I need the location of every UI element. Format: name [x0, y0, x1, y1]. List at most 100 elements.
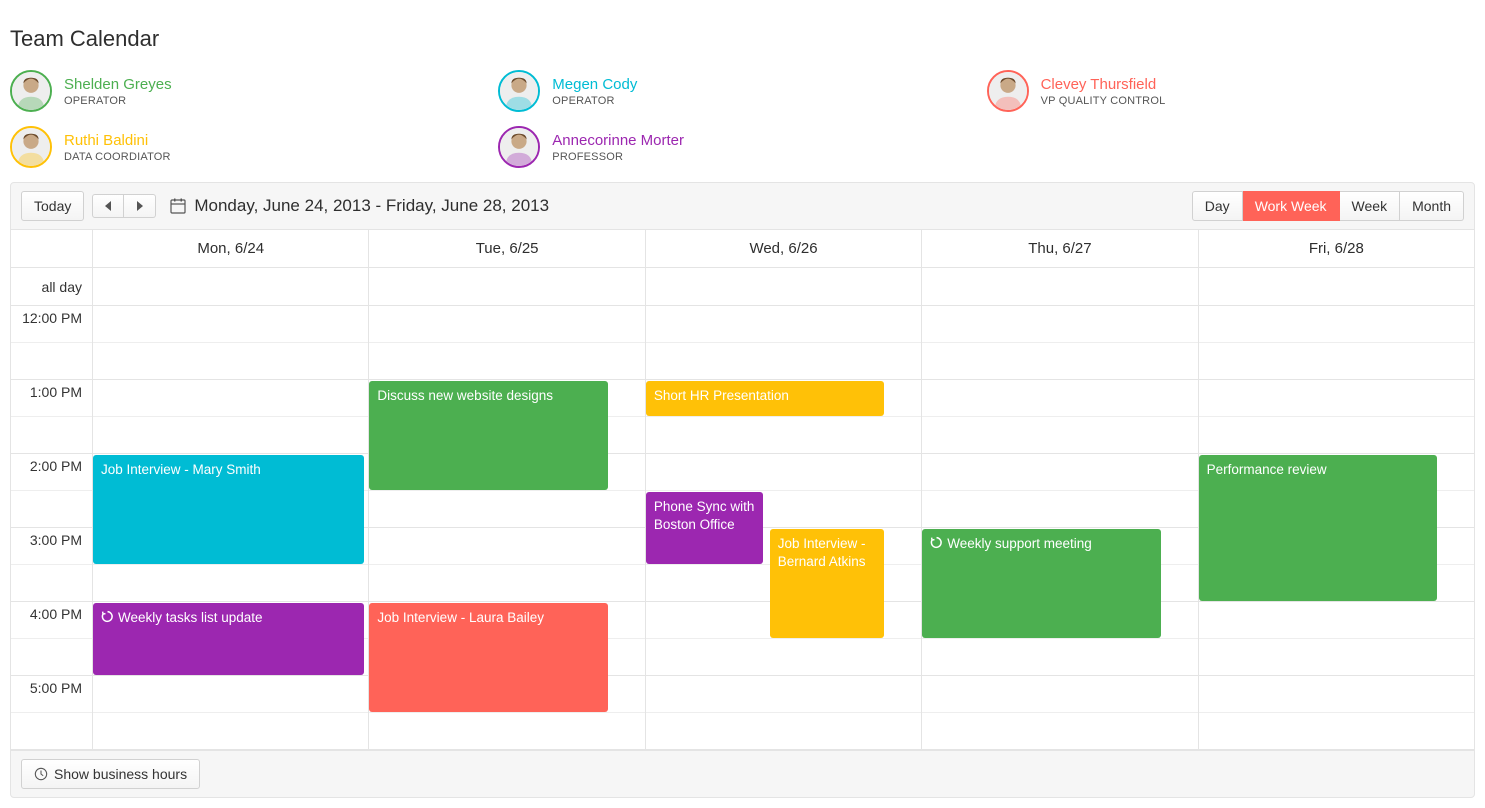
allday-cell[interactable]	[1199, 268, 1474, 306]
today-button[interactable]: Today	[21, 191, 84, 221]
team-member[interactable]: Clevey Thursfield VP QUALITY CONTROL	[987, 70, 1475, 112]
allday-cell[interactable]	[369, 268, 644, 306]
event-title: Short HR Presentation	[654, 388, 789, 403]
next-button[interactable]	[124, 194, 156, 218]
avatar	[10, 70, 52, 112]
scheduler: Today Monday, June 24, 2013 - Friday, Ju…	[10, 182, 1475, 798]
event-title: Discuss new website designs	[377, 388, 553, 403]
events-layer: Job Interview - Mary Smith Weekly tasks l…	[93, 306, 368, 750]
view-workweek-button[interactable]: Work Week	[1243, 191, 1340, 221]
date-range-label: Monday, June 24, 2013 - Friday, June 28,…	[194, 196, 549, 216]
day-header[interactable]: Fri, 6/28	[1199, 230, 1474, 268]
time-slot-minor	[11, 713, 92, 750]
day-column: Mon, 6/24 Job Interview - Mary Smith Weekl…	[93, 230, 369, 750]
event-title: Performance review	[1207, 462, 1327, 477]
allday-cell[interactable]	[93, 268, 368, 306]
view-day-button[interactable]: Day	[1192, 191, 1243, 221]
view-week-button[interactable]: Week	[1340, 191, 1401, 221]
team-member[interactable]: Megen Cody OPERATOR	[498, 70, 986, 112]
date-range-picker[interactable]: Monday, June 24, 2013 - Friday, June 28,…	[170, 196, 549, 216]
member-name: Shelden Greyes	[64, 76, 172, 93]
calendar-icon	[170, 198, 186, 214]
business-hours-button[interactable]: Show business hours	[21, 759, 200, 789]
event-title: Weekly tasks list update	[118, 610, 263, 625]
member-name: Clevey Thursfield	[1041, 76, 1166, 93]
day-column: Tue, 6/25 Discuss new website designs Job …	[369, 230, 645, 750]
time-slot-minor	[11, 565, 92, 602]
prev-button[interactable]	[92, 194, 124, 218]
time-slot-label: 2:00 PM	[11, 454, 92, 491]
time-slot-minor	[11, 417, 92, 454]
member-role: PROFESSOR	[552, 151, 684, 163]
time-slot-minor	[11, 491, 92, 528]
time-slot-label: 3:00 PM	[11, 528, 92, 565]
events-layer: Short HR Presentation Phone Sync with Bos…	[646, 306, 921, 750]
team-member[interactable]: Shelden Greyes OPERATOR	[10, 70, 498, 112]
event-title: Job Interview - Mary Smith	[101, 462, 261, 477]
day-header[interactable]: Mon, 6/24	[93, 230, 368, 268]
calendar-event[interactable]: Job Interview - Mary Smith	[93, 455, 364, 564]
scheduler-footer: Show business hours	[11, 750, 1474, 797]
nav-button-group	[92, 194, 156, 218]
day-slots: Discuss new website designs Job Interview…	[369, 306, 644, 750]
event-title: Job Interview - Laura Bailey	[377, 610, 544, 625]
allday-label: all day	[11, 268, 92, 306]
calendar-event[interactable]: Discuss new website designs	[369, 381, 607, 490]
calendar-event[interactable]: Weekly support meeting	[922, 529, 1160, 638]
team-member[interactable]: Ruthi Baldini DATA COORDIATOR	[10, 126, 498, 168]
avatar	[498, 126, 540, 168]
event-title: Job Interview - Bernard Atkins	[778, 536, 866, 569]
time-slot-label: 1:00 PM	[11, 380, 92, 417]
team-member-list: Shelden Greyes OPERATOR Megen Cody OPERA…	[10, 70, 1475, 182]
chevron-left-icon	[105, 201, 111, 211]
time-slot-label: 5:00 PM	[11, 676, 92, 713]
day-column: Thu, 6/27 Weekly support meeting	[922, 230, 1198, 750]
member-name: Annecorinne Morter	[552, 132, 684, 149]
allday-cell[interactable]	[646, 268, 921, 306]
day-slots: Job Interview - Mary Smith Weekly tasks l…	[93, 306, 368, 750]
team-member[interactable]: Annecorinne Morter PROFESSOR	[498, 126, 986, 168]
time-column: all day 12:00 PM 1:00 PM 2:00 PM 3:00 PM 4:0…	[11, 230, 93, 750]
calendar-event[interactable]: Weekly tasks list update	[93, 603, 364, 675]
member-role: VP QUALITY CONTROL	[1041, 95, 1166, 107]
allday-cell[interactable]	[922, 268, 1197, 306]
page-title: Team Calendar	[10, 26, 1475, 52]
day-column: Fri, 6/28 Performance review	[1199, 230, 1474, 750]
view-switch: Day Work Week Week Month	[1192, 191, 1464, 221]
calendar-event[interactable]: Job Interview - Bernard Atkins	[770, 529, 884, 638]
avatar	[10, 126, 52, 168]
time-slot-label: 12:00 PM	[11, 306, 92, 343]
avatar	[987, 70, 1029, 112]
day-slots: Performance review	[1199, 306, 1474, 750]
member-name: Megen Cody	[552, 76, 637, 93]
day-slots: Weekly support meeting	[922, 306, 1197, 750]
day-header[interactable]: Thu, 6/27	[922, 230, 1197, 268]
calendar-event[interactable]: Short HR Presentation	[646, 381, 884, 416]
event-title: Weekly support meeting	[947, 536, 1092, 551]
time-slot-minor	[11, 343, 92, 380]
member-role: OPERATOR	[64, 95, 172, 107]
days-container: Mon, 6/24 Job Interview - Mary Smith Weekl…	[93, 230, 1474, 750]
events-layer: Weekly support meeting	[922, 306, 1197, 750]
chevron-right-icon	[137, 201, 143, 211]
day-column: Wed, 6/26 Short HR Presentation Phone Sync…	[646, 230, 922, 750]
view-month-button[interactable]: Month	[1400, 191, 1464, 221]
day-header[interactable]: Tue, 6/25	[369, 230, 644, 268]
clock-icon	[34, 767, 48, 781]
recurring-icon	[930, 536, 943, 554]
time-slot-minor	[11, 639, 92, 676]
member-role: DATA COORDIATOR	[64, 151, 171, 163]
events-layer: Discuss new website designs Job Interview…	[369, 306, 644, 750]
day-header[interactable]: Wed, 6/26	[646, 230, 921, 268]
recurring-icon	[101, 610, 114, 628]
avatar	[498, 70, 540, 112]
calendar-event[interactable]: Phone Sync with Boston Office	[646, 492, 763, 564]
member-role: OPERATOR	[552, 95, 637, 107]
day-slots: Short HR Presentation Phone Sync with Bos…	[646, 306, 921, 750]
event-title: Phone Sync with Boston Office	[654, 499, 755, 532]
scheduler-grid: all day 12:00 PM 1:00 PM 2:00 PM 3:00 PM 4:0…	[11, 230, 1474, 750]
calendar-event[interactable]: Performance review	[1199, 455, 1437, 601]
time-slot-label: 4:00 PM	[11, 602, 92, 639]
calendar-event[interactable]: Job Interview - Laura Bailey	[369, 603, 607, 712]
business-hours-label: Show business hours	[54, 766, 187, 782]
